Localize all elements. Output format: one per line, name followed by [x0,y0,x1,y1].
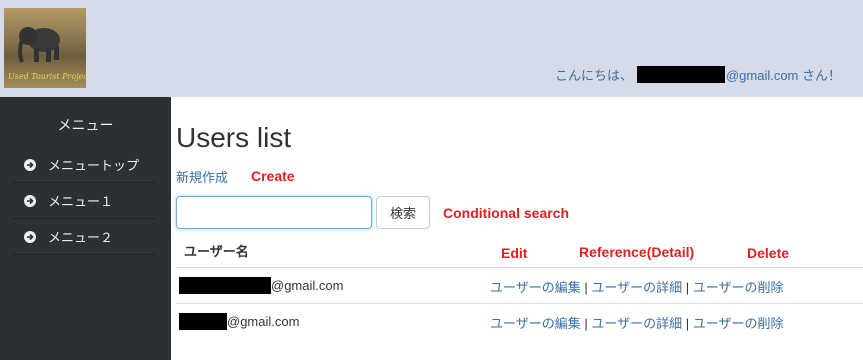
arrow-circle-right-icon [24,194,36,207]
sidebar-item-menu-2[interactable]: メニュー２ [12,219,156,255]
logo[interactable]: Used Tourist Project [4,8,86,88]
table-row: @gmail.com ユーザーの編集 | ユーザーの詳細 | ユーザーの削除 [176,304,863,340]
user-detail-link[interactable]: ユーザーの詳細 [591,280,682,295]
sidebar-item-menu-top[interactable]: メニュートップ [12,147,156,183]
arrow-circle-right-icon [24,158,36,171]
delete-user-link[interactable]: ユーザーの削除 [693,316,784,331]
user-detail-link[interactable]: ユーザーの詳細 [591,316,682,331]
greeting: こんにちは、 @gmail.com さん！ [555,65,841,84]
edit-user-link[interactable]: ユーザーの編集 [490,316,581,331]
annotation-reference: Reference(Detail) [579,244,695,260]
annotation-create: Create [251,168,295,184]
redacted-username [179,277,271,294]
create-new-link[interactable]: 新規作成 [176,167,228,186]
redacted-username [636,66,725,83]
row-actions: ユーザーの編集 | ユーザーの詳細 | ユーザーの削除 [490,313,784,332]
sidebar-item-label: メニュー２ [48,230,114,245]
separator: | [685,280,693,295]
arrow-circle-right-icon [24,230,36,243]
search-input[interactable] [176,196,372,229]
table-row: @gmail.com ユーザーの編集 | ユーザーの詳細 | ユーザーの削除 [176,268,863,304]
sidebar-item-label: メニュートップ [48,158,140,173]
sidebar-item-menu-1[interactable]: メニュー１ [12,183,156,219]
logo-text: Used Tourist Project [8,72,86,81]
sidebar-title: メニュー [57,117,114,133]
header: Used Tourist Project こんにちは、 @gmail.com さ… [0,0,863,97]
column-header-username: ユーザー名 [184,244,249,259]
page-title: Users list [176,122,292,153]
search-button[interactable]: 検索 [376,196,430,229]
annotation-edit: Edit [501,245,528,261]
email-suffix: @gmail.com [271,278,344,293]
annotation-delete: Delete [747,245,790,261]
email-suffix: @gmail.com [227,314,300,329]
annotation-search: Conditional search [443,205,570,221]
elephant-icon [18,27,60,63]
redacted-username [179,313,227,330]
edit-user-link[interactable]: ユーザーの編集 [490,280,581,295]
sidebar-item-label: メニュー１ [48,194,114,209]
user-email: @gmail.com [179,277,343,294]
greeting-prefix: こんにちは、 [554,68,633,83]
main-content: Users list 新規作成 Create 検索 Conditional se… [171,97,863,360]
greeting-suffix: @gmail.com さん！ [725,68,841,83]
separator: | [685,316,693,331]
user-email: @gmail.com [179,313,299,330]
row-actions: ユーザーの編集 | ユーザーの詳細 | ユーザーの削除 [490,277,784,296]
delete-user-link[interactable]: ユーザーの削除 [693,280,784,295]
sidebar: メニュー メニュートップ メニュー１ メニュー２ [0,97,171,360]
